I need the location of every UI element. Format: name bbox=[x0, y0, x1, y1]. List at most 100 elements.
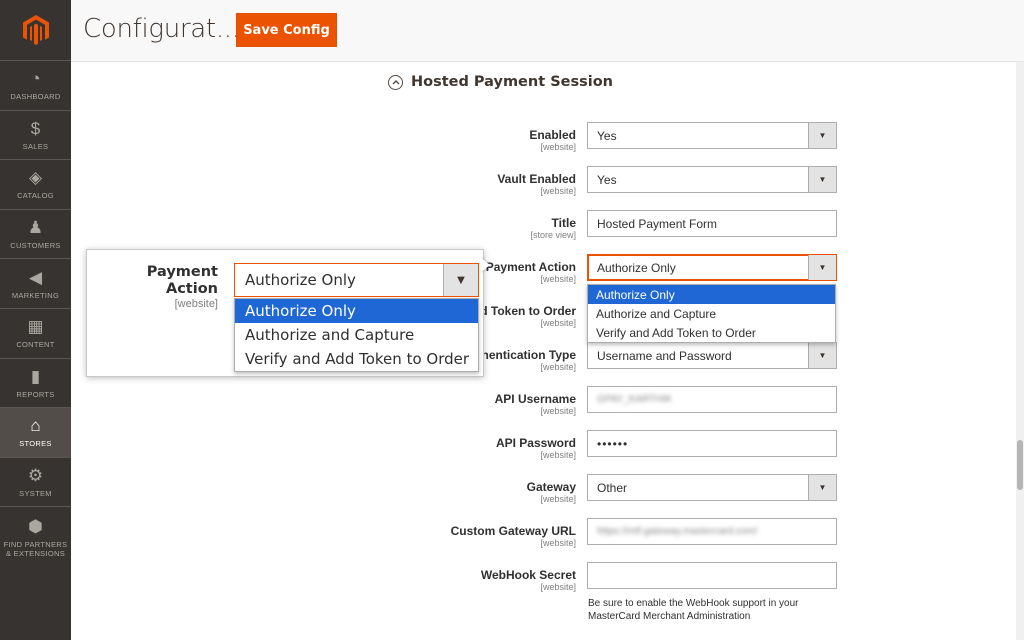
api-username-input[interactable]: GPAY_KARTHIK bbox=[587, 386, 837, 413]
callout-select-value: Authorize Only bbox=[245, 271, 356, 289]
select-value: Yes bbox=[597, 128, 617, 143]
sidebar-item-sales[interactable]: $ SALES bbox=[0, 109, 71, 160]
enabled-label: Enabled bbox=[529, 128, 576, 142]
sidebar-item-label: SALES bbox=[22, 141, 49, 151]
input-value: Hosted Payment Form bbox=[597, 216, 718, 231]
row-label: Vault Enabled [website] bbox=[316, 172, 576, 196]
auth-type-select[interactable]: Username and Password ▼ bbox=[587, 342, 837, 369]
dropdown-option[interactable]: Authorize and Capture bbox=[588, 304, 835, 323]
person-icon: ♟ bbox=[27, 218, 44, 238]
scope-label: [website] bbox=[540, 142, 576, 152]
chevron-down-icon[interactable]: ▼ bbox=[808, 255, 836, 280]
row-label: Custom Gateway URL [website] bbox=[316, 524, 576, 548]
dashboard-icon: ◔ bbox=[30, 69, 41, 89]
scope-label: [website] bbox=[540, 582, 576, 592]
row-enabled: Enabled [website] Yes ▼ bbox=[380, 122, 840, 158]
scope-label: [website] bbox=[540, 450, 576, 460]
bar-chart-icon: ▮ bbox=[30, 366, 41, 386]
scope-label: [store view] bbox=[530, 230, 576, 240]
select-value: Other bbox=[597, 480, 628, 495]
sidebar-item-dashboard[interactable]: ◔ DASHBOARD bbox=[0, 60, 71, 110]
sidebar-item-customers[interactable]: ♟ CUSTOMERS bbox=[0, 208, 71, 259]
chevron-down-icon[interactable]: ▼ bbox=[808, 123, 836, 148]
dropdown-option[interactable]: Authorize Only bbox=[588, 285, 835, 304]
api-username-label: API Username bbox=[494, 392, 576, 406]
vault-enabled-label: Vault Enabled bbox=[497, 172, 576, 186]
gear-icon: ⚙ bbox=[27, 466, 44, 486]
page-header: Configurat... Save Config bbox=[71, 0, 1024, 62]
row-title: Title [store view] Hosted Payment Form bbox=[380, 210, 840, 246]
chevron-down-icon[interactable]: ▼ bbox=[808, 343, 836, 368]
row-gateway: Gateway [website] Other ▼ bbox=[380, 474, 840, 510]
api-password-label: API Password bbox=[495, 436, 576, 450]
sidebar-item-content[interactable]: ▦ CONTENT bbox=[0, 307, 71, 358]
sidebar-item-label: CUSTOMERS bbox=[10, 241, 61, 251]
custom-gateway-url-input[interactable]: https://mtf.gateway.mastercard.com/ bbox=[587, 518, 837, 545]
sidebar-item-reports[interactable]: ▮ REPORTS bbox=[0, 357, 71, 408]
gateway-label: Gateway bbox=[526, 480, 576, 494]
save-config-button[interactable]: Save Config bbox=[236, 13, 337, 47]
sidebar-item-label: CATALOG bbox=[17, 191, 54, 201]
sidebar-item-label: SYSTEM bbox=[19, 489, 52, 499]
sidebar-item-marketing[interactable]: ◀ MARKETING bbox=[0, 258, 71, 308]
row-label: Enabled [website] bbox=[316, 128, 576, 152]
sidebar-item-system[interactable]: ⚙ SYSTEM bbox=[0, 456, 71, 507]
dropdown-option[interactable]: Verify and Add Token to Order bbox=[588, 323, 835, 342]
select-value: Username and Password bbox=[597, 348, 732, 363]
chevron-down-icon[interactable]: ▼ bbox=[808, 167, 836, 192]
sidebar-item-find[interactable]: ⬢ FIND PARTNERS & EXTENSIONS bbox=[0, 506, 71, 568]
row-webhook-secret: WebHook Secret [website] bbox=[380, 562, 840, 598]
callout-pointer bbox=[480, 257, 490, 273]
dollar-icon: $ bbox=[30, 118, 41, 138]
vault-enabled-select[interactable]: Yes ▼ bbox=[587, 166, 837, 193]
row-label: Title [store view] bbox=[316, 216, 576, 240]
callout-dropdown: Authorize Only Authorize and Capture Ver… bbox=[234, 298, 479, 372]
webhook-note: Be sure to enable the WebHook support in… bbox=[588, 598, 799, 622]
section-title: Hosted Payment Session bbox=[411, 74, 613, 90]
callout-option[interactable]: Authorize Only bbox=[235, 299, 478, 323]
callout-label: Payment Action bbox=[146, 264, 218, 297]
gateway-select[interactable]: Other ▼ bbox=[587, 474, 837, 501]
webhook-secret-label: WebHook Secret bbox=[480, 568, 576, 582]
scope-label: [website] bbox=[540, 186, 576, 196]
section-header-hosted-payment-session[interactable]: Hosted Payment Session bbox=[388, 74, 613, 90]
payment-action-dropdown: Authorize Only Authorize and Capture Ver… bbox=[587, 284, 836, 343]
webhook-secret-input[interactable] bbox=[587, 562, 837, 589]
row-label: Gateway [website] bbox=[316, 480, 576, 504]
callout-select[interactable]: Authorize Only ▼ bbox=[234, 263, 479, 297]
sidebar-item-stores[interactable]: ⌂ STORES bbox=[0, 407, 71, 457]
input-value: •••••• bbox=[597, 436, 629, 451]
row-api-username: API Username [website] GPAY_KARTHIK bbox=[380, 386, 840, 422]
collapse-icon[interactable] bbox=[388, 74, 403, 90]
custom-gateway-url-label: Custom Gateway URL bbox=[450, 524, 576, 538]
title-input[interactable]: Hosted Payment Form bbox=[587, 210, 837, 237]
api-password-input[interactable]: •••••• bbox=[587, 430, 837, 457]
row-api-password: API Password [website] •••••• bbox=[380, 430, 840, 466]
row-label: API Password [website] bbox=[316, 436, 576, 460]
sidebar-item-label: MARKETING bbox=[11, 290, 60, 300]
page-scrollbar[interactable] bbox=[1016, 62, 1024, 640]
title-label: Title bbox=[551, 216, 576, 230]
scrollbar-thumb[interactable] bbox=[1017, 440, 1023, 490]
row-vault-enabled: Vault Enabled [website] Yes ▼ bbox=[380, 166, 840, 202]
row-label: API Username [website] bbox=[316, 392, 576, 416]
payment-action-select[interactable]: Authorize Only ▼ bbox=[587, 254, 837, 281]
store-icon: ⌂ bbox=[30, 416, 41, 436]
magento-logo[interactable] bbox=[0, 0, 71, 60]
scope-label: [website] bbox=[540, 494, 576, 504]
chevron-down-icon[interactable]: ▼ bbox=[443, 264, 478, 296]
sidebar-item-label: REPORTS bbox=[16, 389, 55, 399]
cube-icon: ⬢ bbox=[28, 517, 43, 537]
input-value: https://mtf.gateway.mastercard.com/ bbox=[597, 526, 758, 537]
sidebar-item-label: CONTENT bbox=[16, 340, 55, 350]
scope-label: [website] bbox=[540, 406, 576, 416]
enabled-select[interactable]: Yes ▼ bbox=[587, 122, 837, 149]
sidebar-item-catalog[interactable]: ◈ CATALOG bbox=[0, 159, 71, 209]
megaphone-icon: ◀ bbox=[28, 267, 43, 287]
callout-option[interactable]: Verify and Add Token to Order bbox=[235, 347, 478, 371]
row-custom-gateway-url: Custom Gateway URL [website] https://mtf… bbox=[380, 518, 840, 554]
chevron-down-icon[interactable]: ▼ bbox=[808, 475, 836, 500]
select-value: Yes bbox=[597, 172, 617, 187]
callout-option[interactable]: Authorize and Capture bbox=[235, 323, 478, 347]
sidebar-item-label: FIND PARTNERS & EXTENSIONS bbox=[3, 540, 68, 559]
